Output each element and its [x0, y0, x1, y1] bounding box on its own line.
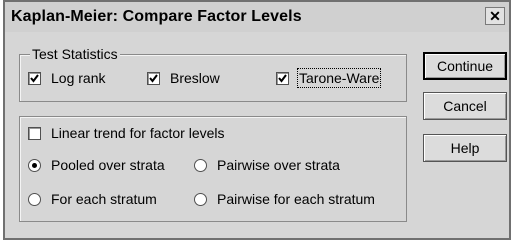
- log-rank-checkbox[interactable]: [28, 71, 41, 85]
- pooled-over-strata-radio-row[interactable]: Pooled over strata: [28, 157, 165, 173]
- close-icon: ✕: [489, 8, 501, 24]
- for-each-stratum-radio-row[interactable]: For each stratum: [28, 191, 157, 207]
- breslow-checkbox-row[interactable]: Breslow: [147, 70, 220, 86]
- pairwise-each-stratum-radio[interactable]: [194, 192, 207, 206]
- test-statistics-title: Test Statistics: [30, 46, 120, 62]
- pairwise-over-strata-radio-row[interactable]: Pairwise over strata: [194, 157, 340, 173]
- checkmark-icon: [278, 73, 287, 83]
- help-button[interactable]: Help: [423, 134, 507, 162]
- pairwise-over-strata-label: Pairwise over strata: [217, 157, 340, 173]
- log-rank-label: Log rank: [51, 70, 106, 86]
- linear-trend-label: Linear trend for factor levels: [51, 125, 225, 141]
- radio-selected-dot: [32, 162, 37, 168]
- pairwise-each-stratum-label: Pairwise for each stratum: [217, 191, 375, 207]
- pairwise-over-strata-radio[interactable]: [194, 158, 207, 172]
- cancel-button[interactable]: Cancel: [423, 92, 507, 120]
- pooled-over-strata-label: Pooled over strata: [51, 157, 165, 173]
- continue-button[interactable]: Continue: [423, 52, 507, 80]
- checkmark-icon: [30, 73, 39, 83]
- pooled-over-strata-radio[interactable]: [28, 158, 41, 172]
- breslow-label: Breslow: [170, 70, 220, 86]
- for-each-stratum-radio[interactable]: [28, 192, 41, 206]
- linear-trend-checkbox-row[interactable]: Linear trend for factor levels: [28, 125, 225, 141]
- comparison-options-group: Linear trend for factor levels Pooled ov…: [19, 116, 407, 222]
- tarone-ware-checkbox-row[interactable]: Tarone-Ware: [276, 68, 382, 88]
- dialog-title: Kaplan-Meier: Compare Factor Levels: [11, 8, 302, 25]
- tarone-ware-checkbox[interactable]: [276, 71, 289, 85]
- tarone-ware-label: Tarone-Ware: [296, 68, 382, 88]
- title-bar[interactable]: Kaplan-Meier: Compare Factor Levels ✕: [5, 2, 509, 32]
- for-each-stratum-label: For each stratum: [51, 191, 157, 207]
- pairwise-each-stratum-radio-row[interactable]: Pairwise for each stratum: [194, 191, 375, 207]
- checkmark-icon: [149, 73, 158, 83]
- breslow-checkbox[interactable]: [147, 71, 160, 85]
- test-statistics-group: Test Statistics Log rank Breslow Tarone-…: [19, 46, 407, 102]
- dialog-window: Kaplan-Meier: Compare Factor Levels ✕ Te…: [3, 0, 511, 240]
- log-rank-checkbox-row[interactable]: Log rank: [28, 70, 105, 86]
- close-button[interactable]: ✕: [485, 7, 505, 25]
- linear-trend-checkbox[interactable]: [28, 126, 41, 140]
